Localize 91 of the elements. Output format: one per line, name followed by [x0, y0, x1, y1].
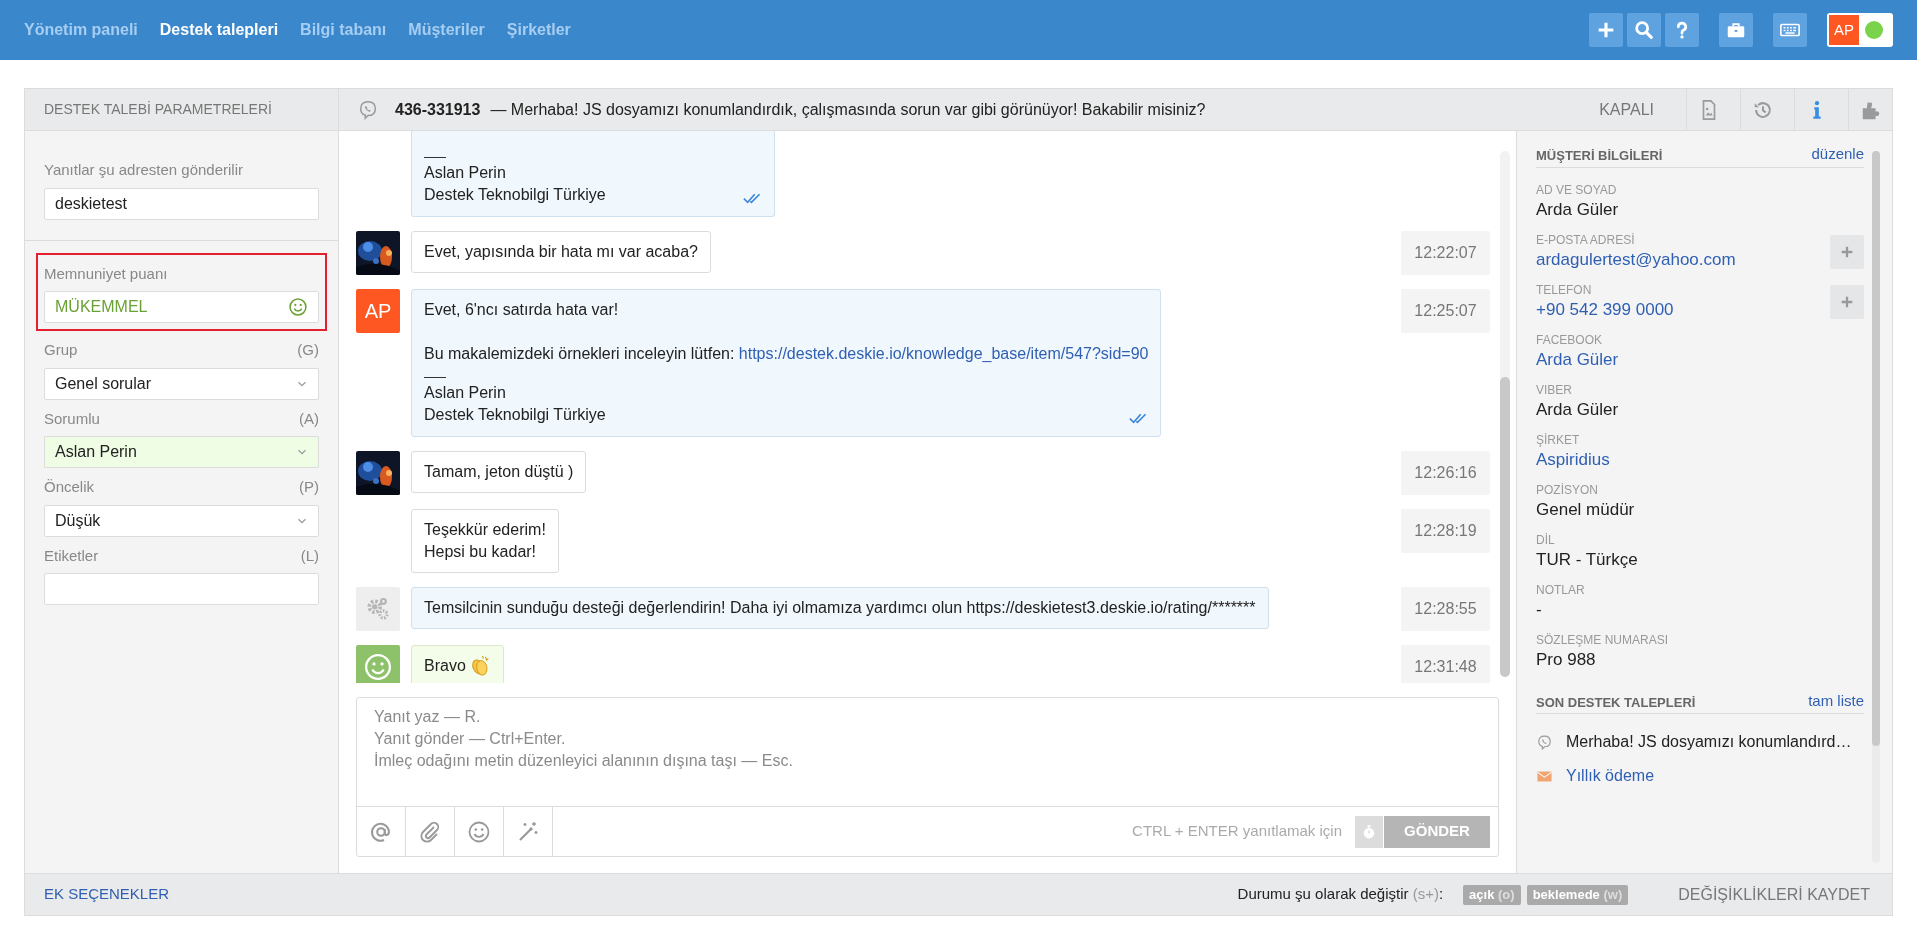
section-title: SON DESTEK TALEPLERİ: [1536, 693, 1696, 712]
message-text: Hepsi bu kadar!: [424, 542, 538, 562]
info-label: TELEFON: [1536, 281, 1593, 298]
info-label: FACEBOOK: [1536, 331, 1604, 348]
panel-title: DESTEK TALEBİ PARAMETRELERİ: [44, 100, 272, 119]
timestamp: 12:25:07: [1401, 289, 1490, 333]
nav-link[interactable]: Destek talepleri: [159, 18, 279, 42]
search-icon: [1633, 19, 1655, 41]
timestamp: 12:31:48: [1401, 645, 1490, 683]
save-changes-link[interactable]: DEĞİŞİKLİKLERİ KAYDET: [1678, 882, 1870, 907]
info-value: -: [1536, 598, 1543, 621]
viber-icon: [357, 98, 379, 121]
info-value: Genel müdür: [1536, 498, 1635, 521]
more-options-link[interactable]: EK SEÇENEKLER: [44, 883, 170, 906]
message-text: Bu makalemizdeki örnekleri inceleyin lütfen:: [424, 345, 735, 362]
timestamp: 12:22:07: [1401, 231, 1490, 275]
field-label: Memnuniyet puanı: [44, 263, 169, 284]
info-label: SÖZLEŞME NUMARASI: [1536, 631, 1669, 648]
smiley-icon: [363, 652, 393, 682]
info-value: Arda Güler: [1536, 398, 1619, 421]
info-link[interactable]: ardagulertest@yahoo.com: [1536, 247, 1736, 272]
timestamp: 12:28:19: [1401, 509, 1490, 553]
message-text: Evet, 6'ncı satırda hata var!: [424, 300, 620, 320]
signature-text: Destek Teknobilgi Türkiye: [424, 405, 607, 425]
scrollbar[interactable]: [1872, 151, 1880, 863]
message-link[interactable]: https://destek.deskie.io/knowledge_base/item/547?sid=90: [738, 345, 1149, 362]
field-label: Grup: [44, 340, 78, 360]
info-label: POZİSYON: [1536, 481, 1599, 498]
ticket-number: 436-331913: [395, 99, 481, 120]
send-hint: CTRL + ENTER yanıtlamak için: [1132, 821, 1342, 842]
message-text: Evet, yapısında bir hata mı var acaba?: [424, 242, 698, 262]
section-title: MÜŞTERİ BİLGİLERİ: [1536, 147, 1663, 165]
paperclip-icon: [418, 819, 442, 844]
dropdown[interactable]: Aslan Perin: [44, 436, 319, 468]
add-button[interactable]: [1589, 13, 1623, 47]
dropdown[interactable]: Düşük: [44, 504, 319, 537]
info-label: ŞİRKET: [1536, 431, 1581, 448]
ticket-status: KAPALI: [1599, 99, 1654, 120]
timer-button[interactable]: [1355, 815, 1383, 848]
message-text: Bravo: [424, 656, 466, 676]
shortcut-hint: (L): [300, 545, 319, 566]
smiley-icon: [288, 297, 308, 317]
message-text: Tamam, jeton düştü ): [424, 462, 574, 482]
shortcut-hint: (G): [297, 340, 319, 360]
section-link[interactable]: düzenle: [1811, 143, 1864, 166]
gears-icon: [365, 596, 391, 622]
info-value: TUR - Türkçe: [1536, 548, 1638, 571]
field-label: Sorumlu: [44, 408, 100, 429]
info-label: NOTLAR: [1536, 581, 1585, 598]
info-link[interactable]: Arda Güler: [1536, 347, 1619, 372]
reply-from-field[interactable]: deskietest: [44, 187, 319, 220]
ticket-subject: — Merhaba! JS dosyamızı konumlandırdık, çalışmasında sorun var gibi görünüyor! Bakabilir misiniz?: [490, 99, 1206, 120]
recent-ticket-link[interactable]: Yıllık ödeme: [1566, 764, 1655, 788]
satisfaction-value: MÜKEMMEL: [55, 297, 149, 317]
timestamp: 12:26:16: [1401, 451, 1490, 495]
info-label: VIBER: [1536, 381, 1573, 398]
info-value: Pro 988: [1536, 648, 1597, 671]
add-button[interactable]: [1830, 234, 1864, 269]
field-label: Etiketler: [44, 545, 99, 566]
signature-text: Aslan Perin: [424, 383, 507, 403]
info-label: E-POSTA ADRESİ: [1536, 231, 1636, 248]
search-button[interactable]: [1627, 13, 1661, 47]
message-text: Temsilcinin sunduğu desteği değerlendirin! Daha iyi olmamıza yardımcı olun https://deskietest3.deskie.io/rating/*******: [424, 598, 1256, 618]
info-link[interactable]: +90 542 399 0000: [1536, 297, 1674, 322]
user-menu[interactable]: AP: [1827, 13, 1893, 47]
shortcut-hint: (P): [299, 477, 319, 497]
viber-icon: [1536, 733, 1553, 751]
user-avatar: AP: [1829, 15, 1859, 45]
tags-field[interactable]: [44, 573, 319, 605]
status-change-label: Durumu şu olarak değiştir (s+):: [1237, 884, 1444, 905]
signature-text: Destek Teknobilgi Türkiye: [424, 185, 607, 205]
smiley-icon: [467, 819, 491, 844]
info-label: AD VE SOYAD: [1536, 181, 1618, 198]
info-link[interactable]: Aspiridius: [1536, 447, 1610, 472]
recent-ticket-link[interactable]: Merhaba! JS dosyamızı konumlandırd…: [1566, 730, 1852, 754]
shortcut-hint: (A): [299, 408, 319, 429]
field-label: Öncelik: [44, 477, 95, 497]
briefcase-button[interactable]: [1719, 13, 1753, 47]
section-link[interactable]: tam liste: [1808, 689, 1864, 712]
add-button[interactable]: [1830, 284, 1864, 319]
info-value: Arda Güler: [1536, 198, 1619, 221]
scrollbar[interactable]: [1500, 151, 1510, 677]
help-button[interactable]: [1665, 13, 1699, 47]
signature-text: Aslan Perin: [424, 163, 507, 183]
timestamp: 12:28:55: [1401, 587, 1490, 631]
message-text: Teşekkür ederim!: [424, 520, 546, 540]
agent-avatar: AP: [356, 289, 400, 333]
keyboard-button[interactable]: [1773, 13, 1807, 47]
info-label: DİL: [1536, 531, 1556, 548]
dropdown[interactable]: Genel sorular: [44, 367, 319, 400]
field-label: Yanıtlar şu adresten gönderilir: [44, 160, 244, 180]
